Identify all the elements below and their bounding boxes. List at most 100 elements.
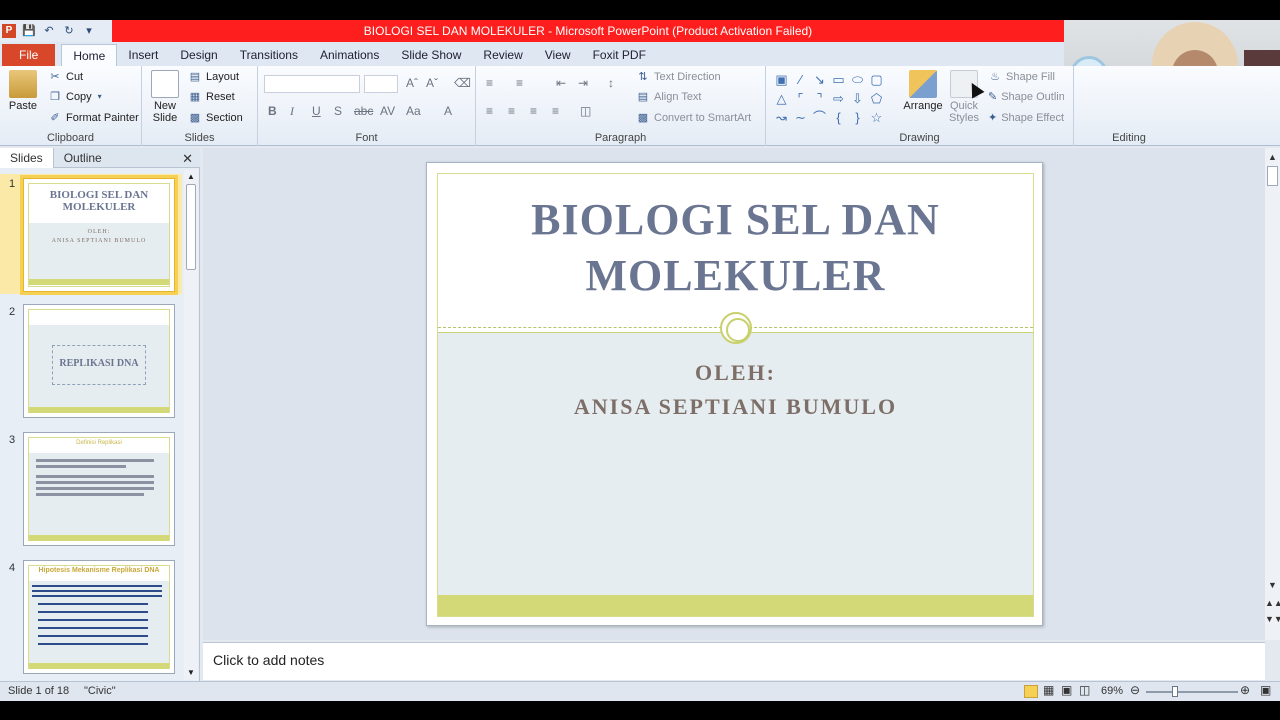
tab-file[interactable]: File — [2, 44, 56, 66]
line-spacing-icon[interactable]: ↕ — [608, 76, 614, 90]
bullets-icon[interactable]: ≡ — [486, 76, 493, 90]
decrease-indent-icon[interactable]: ⇤ — [556, 76, 566, 90]
bold-icon[interactable]: B — [268, 104, 277, 118]
curve-shape-icon[interactable]: ↝ — [772, 108, 791, 127]
reading-view-icon[interactable]: ▣ — [1061, 683, 1072, 697]
font-size-select[interactable] — [364, 75, 398, 93]
zoom-slider[interactable] — [1146, 691, 1238, 693]
slides-pane-scrollbar[interactable]: ▲ ▼ — [184, 170, 198, 680]
triangle-shape-icon[interactable]: △ — [772, 89, 791, 108]
shrink-font-icon[interactable]: Aˇ — [426, 76, 438, 90]
textbox-shape-icon[interactable]: ▣ — [772, 70, 791, 89]
align-text-button[interactable]: ▤ Align Text — [636, 90, 702, 104]
underline-icon[interactable]: U — [312, 104, 321, 118]
strikethrough-icon[interactable]: abc — [354, 104, 373, 118]
tab-slides[interactable]: Slides — [0, 148, 54, 168]
slide-thumbnail[interactable]: Hipotesis Mekanisme Replikasi DNA — [23, 560, 175, 674]
italic-icon[interactable]: I — [290, 104, 294, 119]
tab-slide-show[interactable]: Slide Show — [390, 44, 472, 66]
reset-button[interactable]: ▦ Reset — [188, 90, 235, 104]
scroll-thumb[interactable] — [186, 184, 196, 270]
notes-pane[interactable]: Click to add notes — [203, 642, 1265, 680]
cut-button[interactable]: ✂ Cut — [48, 70, 83, 84]
tab-home[interactable]: Home — [61, 44, 118, 66]
tab-foxit-pdf[interactable]: Foxit PDF — [582, 44, 657, 66]
connector-shape-icon[interactable]: ⌝ — [810, 89, 829, 108]
paste-button[interactable]: Paste — [6, 70, 40, 112]
columns-icon[interactable]: ◫ — [580, 104, 591, 118]
shapes-gallery[interactable]: ▣ ∕ ↘ ▭ ⬭ ▢ △ ⌜ ⌝ ⇨ ⇩ ⬠ ↝ ∼ ⌒ { } ☆ — [772, 70, 890, 128]
save-icon[interactable]: 💾 — [22, 24, 36, 38]
rectangle-shape-icon[interactable]: ▭ — [829, 70, 848, 89]
change-case-icon[interactable]: Aa — [406, 104, 421, 118]
down-arrow-shape-icon[interactable]: ⇩ — [848, 89, 867, 108]
section-button[interactable]: ▩ Section — [188, 111, 243, 125]
tab-insert[interactable]: Insert — [117, 44, 169, 66]
star-shape-icon[interactable]: ☆ — [867, 108, 886, 127]
zoom-in-icon[interactable]: ⊕ — [1240, 683, 1250, 697]
align-center-icon[interactable]: ≡ — [508, 104, 515, 118]
elbow-shape-icon[interactable]: ⌜ — [791, 89, 810, 108]
slide-thumbnail[interactable]: Definisi Replikasi — [23, 432, 175, 546]
zoom-out-icon[interactable]: ⊖ — [1130, 683, 1140, 697]
slide-canvas[interactable]: BIOLOGI SEL DAN MOLEKULER OLEH: ANISA SE… — [426, 162, 1043, 626]
oval-shape-icon[interactable]: ⬭ — [848, 70, 867, 89]
tab-review[interactable]: Review — [472, 44, 533, 66]
scroll-down-icon[interactable]: ▼ — [187, 668, 195, 677]
rounded-rect-shape-icon[interactable]: ▢ — [867, 70, 886, 89]
normal-view-icon[interactable] — [1024, 685, 1038, 698]
shadow-icon[interactable]: S — [334, 104, 342, 118]
clear-format-icon[interactable]: ⌫ — [454, 76, 471, 90]
right-brace-shape-icon[interactable]: } — [848, 108, 867, 127]
char-spacing-icon[interactable]: AV — [380, 104, 395, 118]
thumbnail-row-4[interactable]: 4 Hipotesis Mekanisme Replikasi DNA — [0, 558, 182, 678]
scroll-up-icon[interactable]: ▲ — [1265, 152, 1280, 162]
tab-outline[interactable]: Outline — [54, 148, 112, 168]
right-arrow-shape-icon[interactable]: ⇨ — [829, 89, 848, 108]
arrange-button[interactable]: Arrange — [902, 70, 944, 112]
powerpoint-logo-icon[interactable]: P — [2, 24, 16, 38]
convert-smartart-button[interactable]: ▩ Convert to SmartArt — [636, 111, 751, 125]
layout-button[interactable]: ▤ Layout — [188, 70, 239, 84]
fit-to-window-icon[interactable]: ▣ — [1260, 683, 1271, 697]
font-name-select[interactable] — [264, 75, 360, 93]
next-slide-icon[interactable]: ▼▼ — [1265, 614, 1280, 624]
quick-styles-button[interactable]: Quick Styles — [946, 70, 982, 124]
left-brace-shape-icon[interactable]: { — [829, 108, 848, 127]
pentagon-shape-icon[interactable]: ⬠ — [867, 89, 886, 108]
arc-shape-icon[interactable]: ⌒ — [810, 108, 829, 127]
justify-icon[interactable]: ≡ — [552, 104, 559, 118]
align-right-icon[interactable]: ≡ — [530, 104, 537, 118]
editor-scrollbar[interactable]: ▲ ▼ ▲▲ ▼▼ — [1265, 148, 1280, 640]
freeform-shape-icon[interactable]: ∼ — [791, 108, 810, 127]
tab-design[interactable]: Design — [169, 44, 228, 66]
slide-thumbnail[interactable]: BIOLOGI SEL DAN MOLEKULER OLEH: ANISA SE… — [23, 178, 175, 292]
slide-subtitle-2[interactable]: ANISA SEPTIANI BUMULO — [438, 394, 1033, 420]
arrow-line-shape-icon[interactable]: ↘ — [810, 70, 829, 89]
shape-outline-button[interactable]: ✎ Shape Outline — [988, 90, 1064, 104]
format-painter-button[interactable]: ✐ Format Painter — [48, 111, 138, 125]
scroll-up-icon[interactable]: ▲ — [187, 172, 195, 181]
tab-view[interactable]: View — [534, 44, 582, 66]
copy-button[interactable]: ❐ Copy ▾ — [48, 90, 104, 104]
tab-animations[interactable]: Animations — [309, 44, 390, 66]
increase-indent-icon[interactable]: ⇥ — [578, 76, 588, 90]
tab-transitions[interactable]: Transitions — [229, 44, 309, 66]
shape-effects-button[interactable]: ✦ Shape Effects — [988, 111, 1064, 125]
slide-thumbnail[interactable]: REPLIKASI DNA — [23, 304, 175, 418]
numbering-icon[interactable]: ≡ — [516, 76, 523, 90]
redo-icon[interactable]: ↻ — [62, 24, 76, 38]
slide-subtitle-1[interactable]: OLEH: — [438, 360, 1033, 386]
align-left-icon[interactable]: ≡ — [486, 104, 493, 118]
slide-sorter-icon[interactable]: ▦ — [1043, 683, 1054, 697]
customize-icon[interactable]: ▾ — [82, 24, 96, 38]
new-slide-button[interactable]: New Slide — [148, 70, 182, 124]
slideshow-icon[interactable]: ◫ — [1079, 683, 1090, 697]
scroll-thumb[interactable] — [1267, 166, 1278, 186]
thumbnail-row-1[interactable]: 1 BIOLOGI SEL DAN MOLEKULER OLEH: ANISA … — [0, 174, 182, 294]
zoom-level[interactable]: 69% — [1101, 685, 1123, 697]
text-direction-button[interactable]: ⇅ Text Direction — [636, 70, 720, 84]
slide-title[interactable]: BIOLOGI SEL DAN MOLEKULER — [438, 192, 1033, 304]
zoom-slider-thumb[interactable] — [1172, 686, 1178, 697]
undo-icon[interactable]: ↶ — [42, 24, 56, 38]
